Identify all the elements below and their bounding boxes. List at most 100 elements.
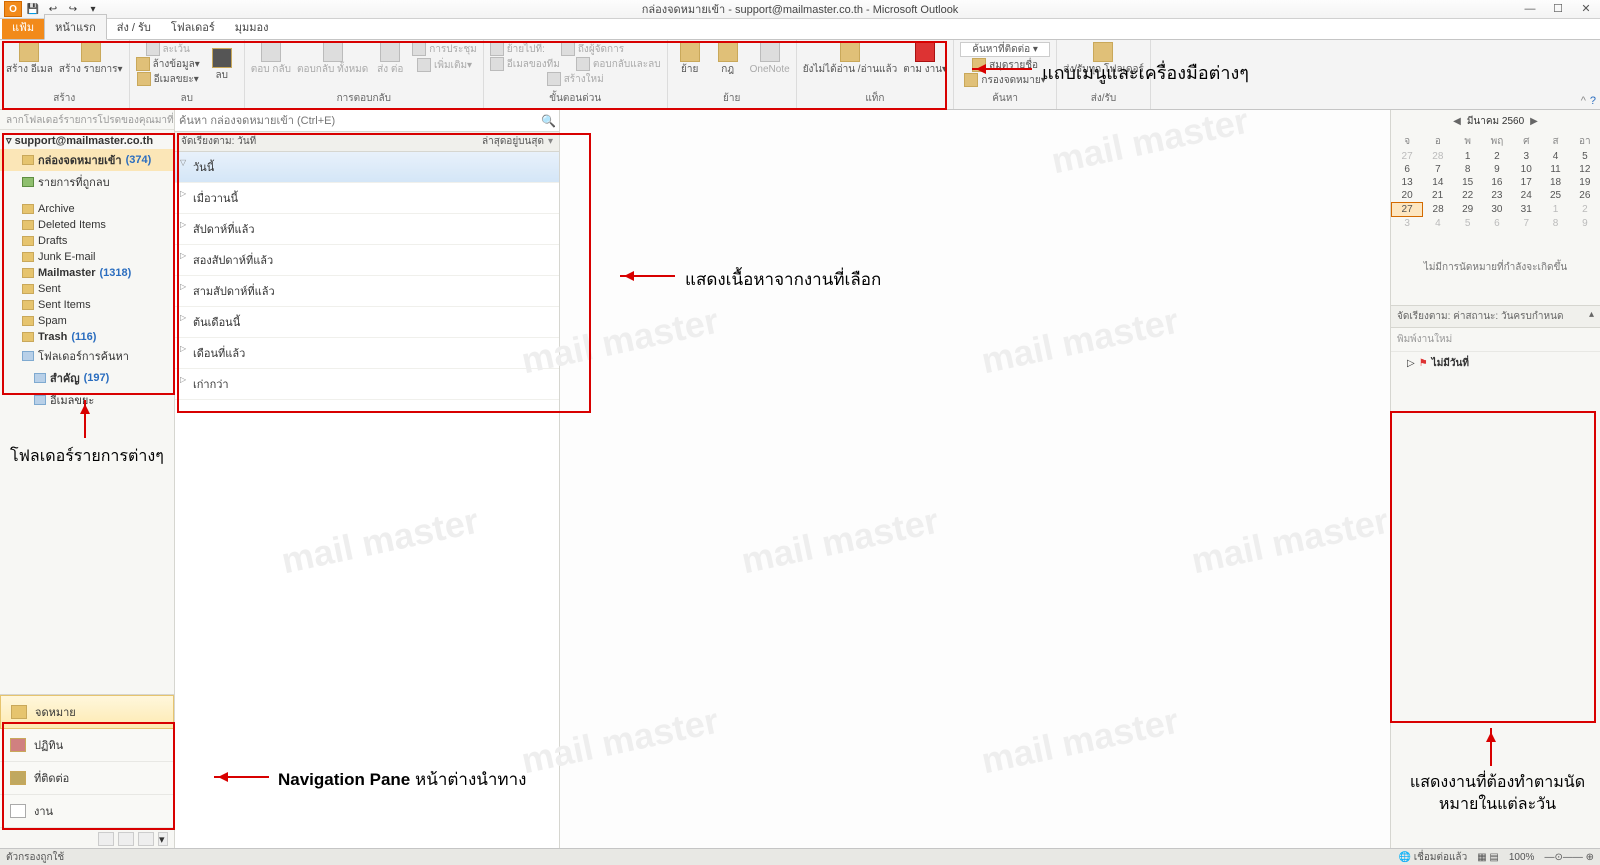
group-older[interactable]: เก่ากว่า	[175, 369, 559, 400]
group-yesterday[interactable]: เมื่อวานนี้	[175, 183, 559, 214]
reply-all-button[interactable]: ตอบกลับ ทั้งหมด	[297, 42, 368, 75]
close-button[interactable]: ✕	[1572, 0, 1600, 18]
nav-tasks[interactable]: งาน	[0, 795, 174, 828]
calendar-day[interactable]: 7	[1423, 163, 1453, 176]
folder-deleted-all[interactable]: รายการที่ถูกลบ	[0, 171, 174, 193]
calendar-day[interactable]: 2	[1482, 150, 1511, 163]
calendar-day[interactable]: 20	[1392, 189, 1423, 203]
folder-sent-items[interactable]: Sent Items	[0, 297, 174, 313]
sort-order-label[interactable]: ล่าสุดอยู่บนสุด	[482, 134, 544, 149]
calendar-day[interactable]: 29	[1453, 203, 1482, 217]
prev-month-icon[interactable]: ◀	[1453, 116, 1461, 127]
calendar-day[interactable]: 27	[1392, 150, 1423, 163]
rules-button[interactable]: กฎ	[712, 42, 744, 75]
new-items-button[interactable]: สร้าง รายการ▾	[59, 42, 123, 75]
folder-deleted-items[interactable]: Deleted Items	[0, 217, 174, 233]
account-node[interactable]: ▿ support@mailmaster.co.th	[0, 132, 174, 149]
group-today[interactable]: วันนี้	[175, 152, 559, 183]
filter-mail-button[interactable]: กรองจดหมาย▾	[960, 73, 1050, 87]
calendar-day[interactable]: 1	[1541, 203, 1570, 217]
calendar-day[interactable]: 28	[1423, 203, 1453, 217]
calendar-day[interactable]: 9	[1570, 217, 1599, 231]
sort-by-label[interactable]: จัดเรียงตาม: วันที่	[181, 134, 256, 149]
group-threeweeks[interactable]: สามสัปดาห์ที่แล้ว	[175, 276, 559, 307]
zoom-slider[interactable]: —⊙—— ⊕	[1544, 852, 1594, 863]
search-icon[interactable]: 🔍	[541, 114, 555, 128]
folder-sent[interactable]: Sent	[0, 281, 174, 297]
junk-button[interactable]: อีเมลขยะ▾	[136, 72, 200, 86]
delete-button[interactable]: ลบ	[206, 42, 238, 86]
calendar-day[interactable]: 14	[1423, 176, 1453, 189]
search-input[interactable]	[179, 115, 541, 127]
forward-button[interactable]: ส่ง ต่อ	[374, 42, 406, 75]
nav-folders-icon[interactable]	[118, 832, 134, 846]
folder-drafts[interactable]: Drafts	[0, 233, 174, 249]
calendar-day[interactable]: 5	[1453, 217, 1482, 231]
group-lastweek[interactable]: สัปดาห์ที่แล้ว	[175, 214, 559, 245]
calendar-day[interactable]: 2	[1570, 203, 1599, 217]
minimize-button[interactable]: —	[1516, 0, 1544, 18]
calendar-day[interactable]: 3	[1392, 217, 1423, 231]
createnew-quickstep[interactable]: สร้างใหม่	[490, 72, 661, 86]
task-group-nodate[interactable]: ▷ ⚑ ไม่มีวันที่	[1391, 352, 1600, 375]
status-view-icons[interactable]: ▦ ▤	[1477, 852, 1499, 863]
calendar-day[interactable]: 11	[1541, 163, 1570, 176]
nav-config-icon[interactable]: ▾	[158, 832, 168, 846]
cleanup-button[interactable]: ล้างข้อมูล▾	[136, 57, 200, 71]
folder-trash[interactable]: Trash (116)	[0, 329, 174, 345]
calendar-day[interactable]: 1	[1453, 150, 1482, 163]
nav-notes-icon[interactable]	[98, 832, 114, 846]
status-zoom[interactable]: 100%	[1509, 852, 1535, 863]
calendar-day[interactable]: 10	[1512, 163, 1541, 176]
group-earliermonth[interactable]: ต้นเดือนนี้	[175, 307, 559, 338]
calendar-day[interactable]: 8	[1541, 217, 1570, 231]
calendar-day[interactable]: 5	[1570, 150, 1599, 163]
calendar-day[interactable]: 16	[1482, 176, 1511, 189]
qat-save-icon[interactable]: 💾	[24, 1, 42, 17]
calendar-day[interactable]: 4	[1541, 150, 1570, 163]
new-mail-button[interactable]: สร้าง อีเมล	[6, 42, 53, 75]
calendar-day[interactable]: 19	[1570, 176, 1599, 189]
unread-button[interactable]: ยังไม่ได้อ่าน /อ่านแล้ว	[803, 42, 898, 75]
next-month-icon[interactable]: ▶	[1530, 116, 1538, 127]
calendar-day[interactable]: 26	[1570, 189, 1599, 203]
folder-junk[interactable]: Junk E-mail	[0, 249, 174, 265]
calendar-day[interactable]: 15	[1453, 176, 1482, 189]
calendar-day[interactable]: 3	[1512, 150, 1541, 163]
calendar-day[interactable]: 21	[1423, 189, 1453, 203]
meeting-button[interactable]: การประชุม	[412, 42, 477, 56]
new-task-input[interactable]: พิมพ์งานใหม่	[1391, 328, 1600, 352]
folder-mailmaster[interactable]: Mailmaster (1318)	[0, 265, 174, 281]
app-button[interactable]: O	[4, 1, 22, 17]
calendar-day[interactable]: 30	[1482, 203, 1511, 217]
ignore-button[interactable]: ละเว้น	[136, 42, 200, 56]
reply-button[interactable]: ตอบ กลับ	[251, 42, 291, 75]
nav-mail[interactable]: จดหมาย	[0, 695, 174, 729]
followup-button[interactable]: ตาม งาน▾	[903, 42, 947, 75]
tab-home[interactable]: หน้าแรก	[44, 14, 107, 40]
calendar-day[interactable]: 12	[1570, 163, 1599, 176]
nav-contacts[interactable]: ที่ติดต่อ	[0, 762, 174, 795]
nav-shortcuts-icon[interactable]	[138, 832, 154, 846]
favorites-header[interactable]: ลากโฟลเดอร์รายการโปรดของคุณมาที่▾	[0, 110, 174, 130]
more-respond-button[interactable]: เพิ่มเติม▾	[412, 58, 477, 72]
group-lastmonth[interactable]: เดือนที่แล้ว	[175, 338, 559, 369]
nav-calendar[interactable]: ปฏิทิน	[0, 729, 174, 762]
calendar-day[interactable]: 22	[1453, 189, 1482, 203]
replydelete-quickstep[interactable]: ตอบกลับและลบ	[576, 57, 661, 71]
calendar-day[interactable]: 7	[1512, 217, 1541, 231]
folder-search-folders[interactable]: โฟลเดอร์การค้นหา	[0, 345, 174, 367]
calendar-day[interactable]: 4	[1423, 217, 1453, 231]
folder-important[interactable]: สำคัญ (197)	[0, 367, 174, 389]
folder-inbox[interactable]: กล่องจดหมายเข้า (374)	[0, 149, 174, 171]
calendar-day[interactable]: 31	[1512, 203, 1541, 217]
calendar-day[interactable]: 27	[1392, 203, 1423, 217]
calendar-day[interactable]: 17	[1512, 176, 1541, 189]
calendar-day[interactable]: 23	[1482, 189, 1511, 203]
group-twoweeks[interactable]: สองสัปดาห์ที่แล้ว	[175, 245, 559, 276]
find-contact-input[interactable]: ค้นหาที่ติดต่อ ▾	[960, 42, 1050, 57]
teammail-quickstep[interactable]: อีเมลของทีม	[490, 57, 560, 71]
calendar-day[interactable]: 6	[1482, 217, 1511, 231]
search-box[interactable]: 🔍	[175, 110, 559, 132]
manager-quickstep[interactable]: ถึงผู้จัดการ	[561, 42, 624, 56]
